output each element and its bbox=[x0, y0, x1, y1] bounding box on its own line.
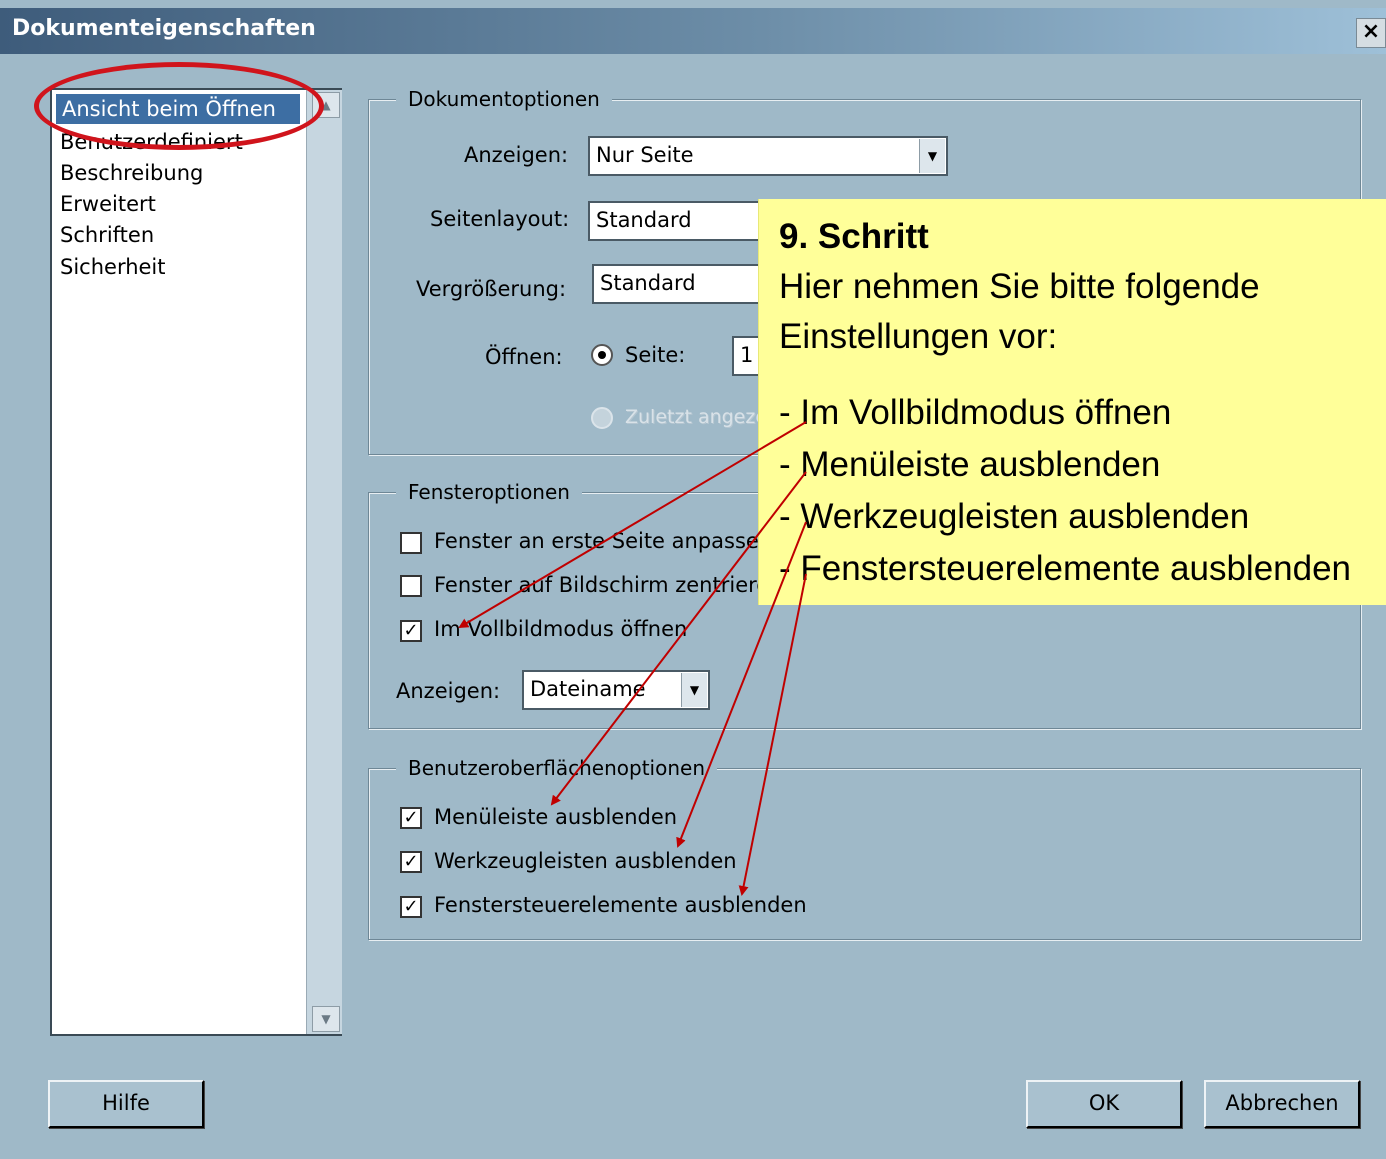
highlight-oval bbox=[34, 62, 324, 150]
open-label: Öffnen: bbox=[485, 345, 563, 369]
scroll-down-button[interactable]: ▼ bbox=[312, 1006, 340, 1032]
hide-window-controls-label: Fenstersteuerelemente ausblenden bbox=[434, 893, 807, 917]
center-screen-label: Fenster auf Bildschirm zentrieren bbox=[434, 573, 783, 597]
nav-item-sicherheit[interactable]: Sicherheit bbox=[60, 252, 166, 282]
fit-first-page-label: Fenster an erste Seite anpassen bbox=[434, 529, 773, 553]
chevron-down-icon[interactable]: ▼ bbox=[681, 673, 707, 707]
open-page-radio-label: Seite: bbox=[625, 343, 686, 367]
callout-item-4: - Fenstersteuerelemente ausblenden bbox=[779, 549, 1352, 588]
page-layout-label: Seitenlayout: bbox=[430, 207, 570, 231]
hide-window-controls-checkbox[interactable]: ✓ bbox=[400, 896, 422, 918]
check-icon: ✓ bbox=[403, 851, 419, 872]
window-show-label: Anzeigen: bbox=[396, 679, 501, 703]
nav-item-beschreibung[interactable]: Beschreibung bbox=[60, 158, 203, 188]
list-scrollbar[interactable]: ▲ ▼ bbox=[306, 90, 342, 1034]
show-select-value: Nur Seite bbox=[596, 143, 694, 167]
full-screen-checkbox[interactable]: ✓ bbox=[400, 620, 422, 642]
ui-options-title: Benutzeroberflächenoptionen bbox=[396, 756, 717, 780]
instruction-callout: 9. Schritt Hier nehmen Sie bitte folgend… bbox=[758, 199, 1386, 605]
callout-item-2: - Menüleiste ausblenden bbox=[779, 445, 1161, 484]
document-options-title: Dokumentoptionen bbox=[396, 87, 612, 111]
cancel-button[interactable]: Abbrechen bbox=[1204, 1080, 1360, 1128]
hide-menubar-checkbox[interactable]: ✓ bbox=[400, 807, 422, 829]
show-label: Anzeigen: bbox=[464, 143, 569, 167]
chevron-down-icon[interactable]: ▼ bbox=[919, 139, 945, 173]
window-options-title: Fensteroptionen bbox=[396, 480, 582, 504]
category-list[interactable]: Ansicht beim Öffnen Benutzerdefiniert Be… bbox=[50, 88, 342, 1036]
callout-line-1: Hier nehmen Sie bitte folgende bbox=[779, 267, 1260, 306]
ok-button[interactable]: OK bbox=[1026, 1080, 1182, 1128]
nav-item-schriften[interactable]: Schriften bbox=[60, 220, 154, 250]
window-show-value: Dateiname bbox=[530, 677, 646, 701]
check-icon: ✓ bbox=[403, 620, 419, 641]
page-number-value: 1 bbox=[740, 343, 754, 367]
check-icon: ✓ bbox=[403, 807, 419, 828]
callout-item-3: - Werkzeugleisten ausblenden bbox=[779, 497, 1250, 536]
scroll-down-icon: ▼ bbox=[321, 1012, 331, 1026]
full-screen-label: Im Vollbildmodus öffnen bbox=[434, 617, 688, 641]
check-icon: ✓ bbox=[403, 896, 419, 917]
page-layout-value: Standard bbox=[596, 208, 692, 232]
close-button[interactable]: × bbox=[1356, 18, 1386, 48]
show-select[interactable]: Nur Seite ▼ bbox=[588, 136, 948, 176]
last-viewed-radio[interactable] bbox=[591, 407, 613, 429]
window-title: Dokumenteigenschaften bbox=[12, 16, 316, 41]
open-page-radio[interactable] bbox=[591, 344, 613, 366]
callout-line-2: Einstellungen vor: bbox=[779, 317, 1058, 356]
fit-first-page-checkbox[interactable] bbox=[400, 532, 422, 554]
hide-toolbars-label: Werkzeugleisten ausblenden bbox=[434, 849, 737, 873]
title-bar: Dokumenteigenschaften × bbox=[0, 8, 1386, 54]
window-show-select[interactable]: Dateiname ▼ bbox=[522, 670, 710, 710]
hide-menubar-label: Menüleiste ausblenden bbox=[434, 805, 678, 829]
nav-item-erweitert[interactable]: Erweitert bbox=[60, 189, 156, 219]
help-button[interactable]: Hilfe bbox=[48, 1080, 204, 1128]
close-icon: × bbox=[1361, 19, 1381, 44]
zoom-value: Standard bbox=[600, 271, 696, 295]
callout-title: 9. Schritt bbox=[779, 217, 929, 256]
callout-item-1: - Im Vollbildmodus öffnen bbox=[779, 393, 1172, 432]
center-screen-checkbox[interactable] bbox=[400, 575, 422, 597]
zoom-label: Vergrößerung: bbox=[416, 277, 567, 301]
hide-toolbars-checkbox[interactable]: ✓ bbox=[400, 851, 422, 873]
